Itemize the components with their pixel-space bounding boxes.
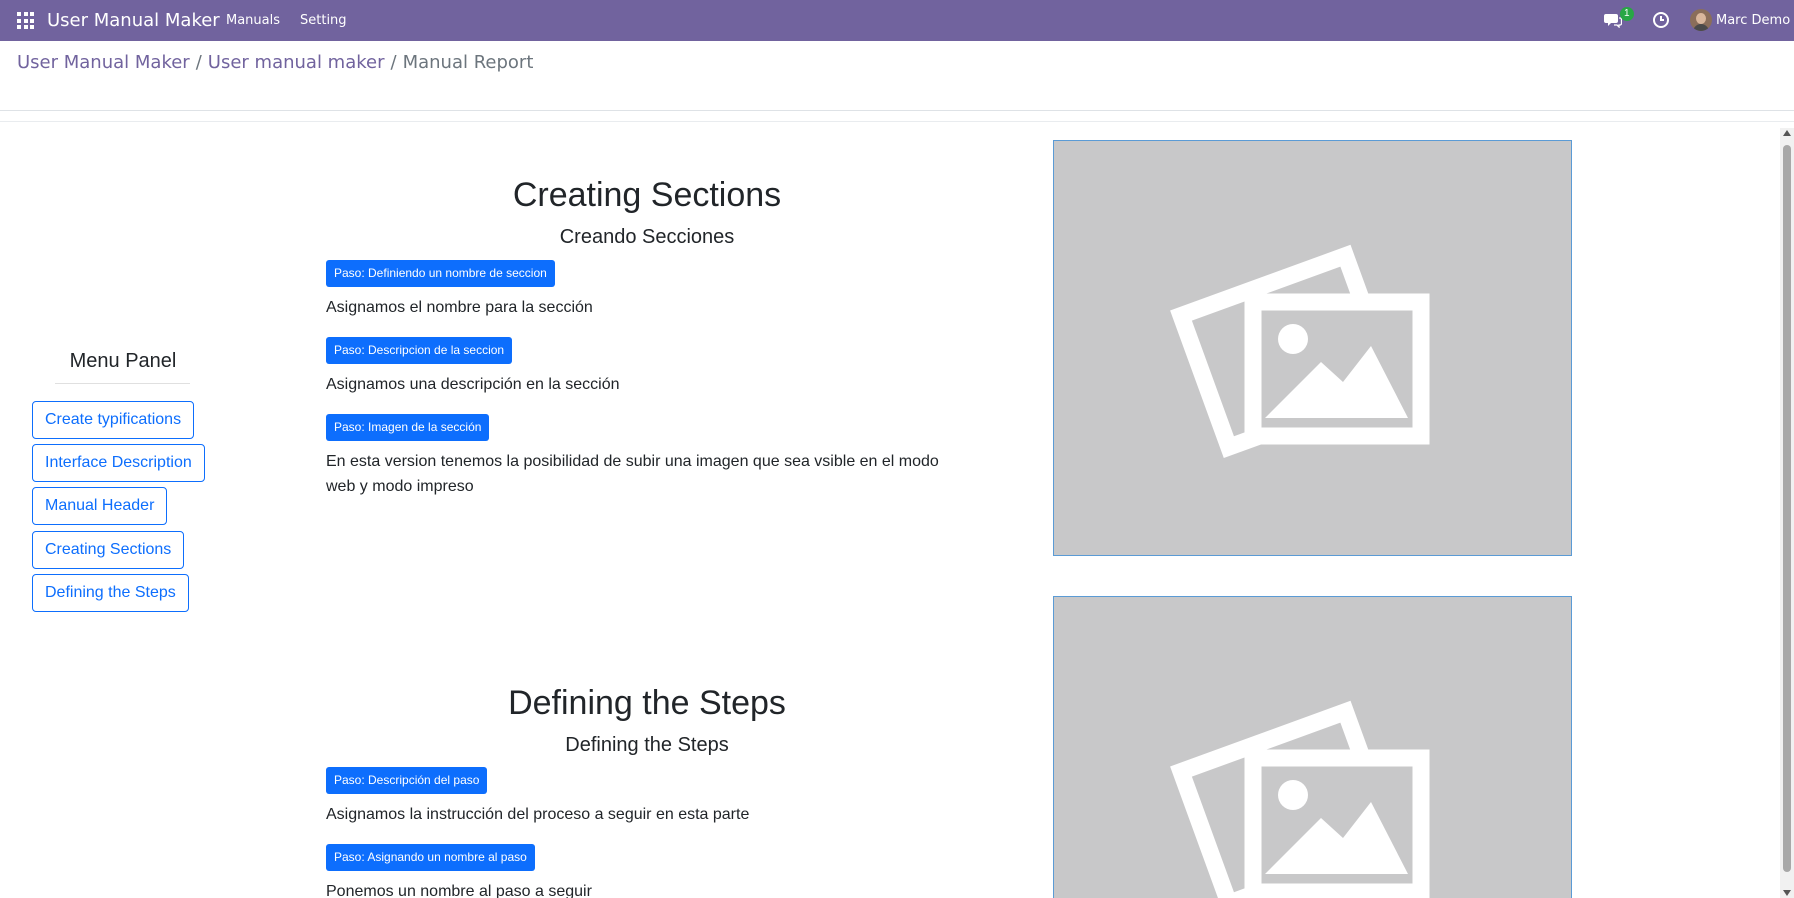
section-image-placeholder (1053, 140, 1572, 556)
step-text: Asignamos el nombre para la sección (326, 299, 593, 316)
step-text: Ponemos un nombre al paso a seguir (326, 883, 592, 898)
scroll-thumb[interactable] (1783, 145, 1791, 872)
menu-button-manual-header[interactable]: Manual Header (32, 487, 168, 525)
step-badge: Paso: Asignando un nombre al paso (326, 844, 535, 871)
image-placeholder-icon (1170, 244, 1430, 459)
divider (0, 110, 1794, 111)
menu-button-creating-sections[interactable]: Creating Sections (32, 531, 185, 569)
user-avatar[interactable] (1690, 9, 1712, 31)
menu-panel-divider (55, 383, 190, 384)
section-subtitle: Creando Secciones (559, 226, 735, 248)
breadcrumb-item[interactable]: User manual maker (208, 52, 385, 73)
breadcrumb-separator: / (390, 52, 397, 73)
breadcrumb-item[interactable]: User Manual Maker (17, 52, 190, 73)
breadcrumb: User Manual Maker / User manual maker / Manu… (17, 52, 533, 73)
menu-button-interface-description[interactable]: Interface Description (32, 444, 205, 482)
scroll-down-arrow-icon[interactable] (1783, 890, 1791, 896)
section-image-placeholder (1053, 596, 1572, 898)
step-text: Asignamos la instrucción del proceso a s… (326, 806, 750, 823)
step-badge: Paso: Imagen de la sección (326, 414, 490, 441)
step-text: Asignamos una descripción en la sección (326, 376, 620, 393)
step-badge: Paso: Definiendo un nombre de seccion (326, 260, 555, 287)
image-placeholder-icon (1170, 700, 1430, 898)
step-badge: Paso: Descripcion de la seccion (326, 337, 513, 364)
nav-menu-manuals[interactable]: Manuals (226, 13, 280, 28)
vertical-scrollbar[interactable] (1780, 128, 1794, 898)
breadcrumb-current: Manual Report (402, 52, 534, 73)
divider (0, 121, 1794, 122)
step-badge: Paso: Descripción del paso (326, 767, 488, 794)
activity-clock-icon[interactable] (1652, 11, 1670, 29)
section-title: Creating Sections (512, 176, 782, 214)
top-navbar: User Manual Maker Manuals Setting 1 Marc… (0, 0, 1794, 41)
app-title[interactable]: User Manual Maker (47, 10, 220, 31)
user-name[interactable]: Marc Demo (1716, 13, 1790, 28)
menu-panel-title: Menu Panel (69, 350, 177, 372)
step-text: En esta version tenemos la posibilidad d… (326, 453, 939, 495)
section-title: Defining the Steps (508, 684, 786, 722)
menu-button-defining-steps[interactable]: Defining the Steps (32, 574, 189, 612)
chat-count-badge: 1 (1620, 7, 1634, 21)
menu-button-create-typifications[interactable]: Create typifications (32, 401, 195, 439)
section-subtitle: Defining the Steps (565, 734, 729, 756)
breadcrumb-separator: / (195, 52, 202, 73)
nav-menu-setting[interactable]: Setting (300, 13, 347, 28)
apps-grid-icon[interactable] (17, 12, 34, 29)
scroll-up-arrow-icon[interactable] (1783, 130, 1791, 136)
